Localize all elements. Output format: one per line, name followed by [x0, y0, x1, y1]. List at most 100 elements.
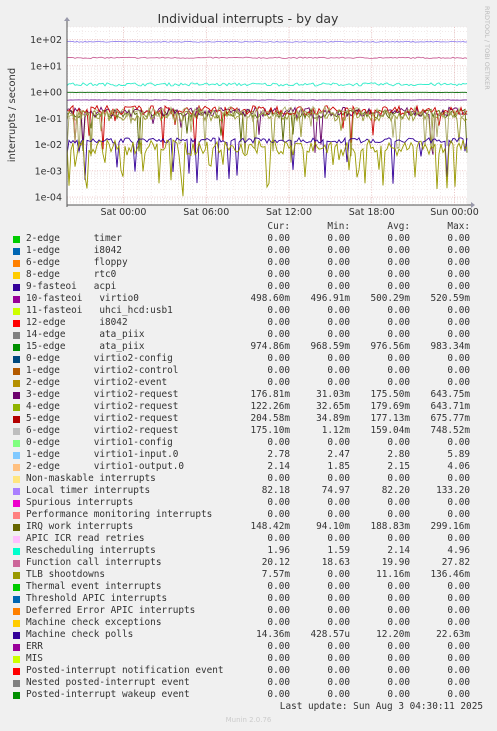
legend-value-max: 0.00 [447, 437, 470, 448]
legend-swatch [13, 487, 20, 495]
legend-value-min: 0.00 [327, 581, 350, 592]
legend-value-cur: 122.26m [250, 401, 290, 412]
legend-value-min: 74.97 [321, 485, 350, 496]
legend-swatch [13, 511, 20, 519]
legend-value-min: 0.00 [327, 617, 350, 628]
legend-row: 1-edge i8042 0.00 0.00 0.00 0.00 [0, 245, 497, 257]
x-tick-label: Sat 18:00 [349, 207, 395, 218]
legend-value-max: 0.00 [447, 665, 470, 676]
legend-value-max: 0.00 [447, 653, 470, 664]
legend-series-name: ERR [26, 641, 43, 652]
legend-row: Rescheduling interrupts 1.96 1.59 2.14 4.96 [0, 545, 497, 557]
legend-row: Threshold APIC interrupts 0.00 0.00 0.00 0.0… [0, 593, 497, 605]
legend-row: 2-edge virtio1-output.0 2.14 1.85 2.15 4.06 [0, 461, 497, 473]
legend-swatch [13, 535, 20, 543]
legend-row: Function call interrupts 20.12 18.63 19.90 2… [0, 557, 497, 569]
legend-swatch [13, 283, 20, 291]
legend-value-min: 32.65m [316, 401, 350, 412]
legend-value-min: 0.00 [327, 317, 350, 328]
legend-value-max: 0.00 [447, 497, 470, 508]
legend-value-cur: 2.78 [267, 449, 290, 460]
legend-series-name: 8-edge rtc0 [26, 269, 117, 280]
legend-value-cur: 148.42m [250, 521, 290, 532]
legend-row: 15-edge ata_piix 974.86m 968.59m 976.56m 983… [0, 341, 497, 353]
legend-value-min: 2.47 [327, 449, 350, 460]
legend-value-max: 748.52m [430, 425, 470, 436]
legend-series-name: 14-edge ata_piix [26, 329, 145, 340]
legend-series-name: MIS [26, 653, 43, 664]
legend-row: 0-edge virtio2-config 0.00 0.00 0.00 0.00 [0, 353, 497, 365]
legend-row: 6-edge floppy 0.00 0.00 0.00 0.00 [0, 257, 497, 269]
legend-value-max: 0.00 [447, 533, 470, 544]
legend-value-cur: 204.58m [250, 413, 290, 424]
legend-value-min: 0.00 [327, 593, 350, 604]
legend-value-max: 0.00 [447, 269, 470, 280]
legend-value-max: 4.96 [447, 545, 470, 556]
legend-swatch [13, 655, 20, 663]
legend-row: 11-fasteoi uhci_hcd:usb1 0.00 0.00 0.00 0.00 [0, 305, 497, 317]
legend-swatch [13, 367, 20, 375]
legend-value-max: 27.82 [441, 557, 470, 568]
legend-series-name: 9-fasteoi acpi [26, 281, 117, 292]
legend-swatch [13, 319, 20, 327]
legend-row: APIC ICR read retries 0.00 0.00 0.00 0.00 [0, 533, 497, 545]
legend-value-max: 0.00 [447, 509, 470, 520]
legend-swatch [13, 355, 20, 363]
last-update: Last update: Sun Aug 3 04:30:11 2025 [279, 701, 483, 712]
x-tick-label: Sat 06:00 [183, 207, 229, 218]
legend-row: 1-edge virtio1-input.0 2.78 2.47 2.80 5.89 [0, 449, 497, 461]
legend-series-name: Non-maskable interrupts [26, 473, 156, 484]
legend-value-avg: 177.13m [370, 413, 410, 424]
legend-swatch [13, 427, 20, 435]
legend-series-name: 12-edge i8042 [26, 317, 128, 328]
legend-value-min: 0.00 [327, 641, 350, 652]
legend-series-name: Thermal event interrupts [26, 581, 162, 592]
legend-value-avg: 0.00 [387, 497, 410, 508]
legend-value-avg: 11.16m [376, 569, 410, 580]
legend-swatch [13, 463, 20, 471]
legend-value-min: 0.00 [327, 473, 350, 484]
legend-value-min: 0.00 [327, 689, 350, 700]
legend-value-max: 5.89 [447, 449, 470, 460]
legend-value-cur: 0.00 [267, 665, 290, 676]
legend-value-avg: 0.00 [387, 269, 410, 280]
legend-value-max: 0.00 [447, 641, 470, 652]
legend-row: 12-edge i8042 0.00 0.00 0.00 0.00 [0, 317, 497, 329]
legend-value-avg: 175.50m [370, 389, 410, 400]
legend-value-min: 0.00 [327, 281, 350, 292]
legend-value-max: 4.06 [447, 461, 470, 472]
legend-value-cur: 0.00 [267, 605, 290, 616]
legend-row: MIS 0.00 0.00 0.00 0.00 [0, 653, 497, 665]
legend-value-max: 133.20 [436, 485, 470, 496]
legend-value-cur: 498.60m [250, 293, 290, 304]
legend-value-cur: 0.00 [267, 581, 290, 592]
legend-value-min: 34.89m [316, 413, 350, 424]
legend-series-name: APIC ICR read retries [26, 533, 145, 544]
side-text: RRDTOOL / TOBI OETIKER [483, 6, 491, 90]
legend-value-avg: 0.00 [387, 677, 410, 688]
legend-series-name: 0-edge virtio2-config [26, 353, 173, 364]
y-tick-label: 1e+02 [30, 35, 62, 46]
col-cur: Cur: [267, 221, 290, 232]
legend-value-max: 520.59m [430, 293, 470, 304]
legend-value-max: 0.00 [447, 353, 470, 364]
legend-value-avg: 0.00 [387, 533, 410, 544]
legend-value-max: 983.34m [430, 341, 470, 352]
legend-value-max: 0.00 [447, 305, 470, 316]
chart-title: Individual interrupts - by day [158, 11, 340, 26]
legend-rows: 2-edge timer 0.00 0.00 0.00 0.00 1-edge i8042… [0, 233, 497, 701]
col-avg: Avg: [387, 221, 410, 232]
legend-row: Deferred Error APIC interrupts 0.00 0.00 0.… [0, 605, 497, 617]
legend-value-avg: 188.83m [370, 521, 410, 532]
legend-row: 0-edge virtio1-config 0.00 0.00 0.00 0.00 [0, 437, 497, 449]
legend-series-name: Rescheduling interrupts [26, 545, 156, 556]
legend-value-max: 0.00 [447, 473, 470, 484]
y-axis-arrow [64, 17, 70, 21]
legend-value-min: 0.00 [327, 605, 350, 616]
legend-value-avg: 19.90 [381, 557, 410, 568]
legend-value-min: 0.00 [327, 677, 350, 688]
legend-value-avg: 0.00 [387, 377, 410, 388]
y-axis-label: interrupts / second [7, 68, 18, 162]
legend-row: 2-edge virtio2-event 0.00 0.00 0.00 0.00 [0, 377, 497, 389]
legend-series-name: 1-edge i8042 [26, 245, 122, 256]
